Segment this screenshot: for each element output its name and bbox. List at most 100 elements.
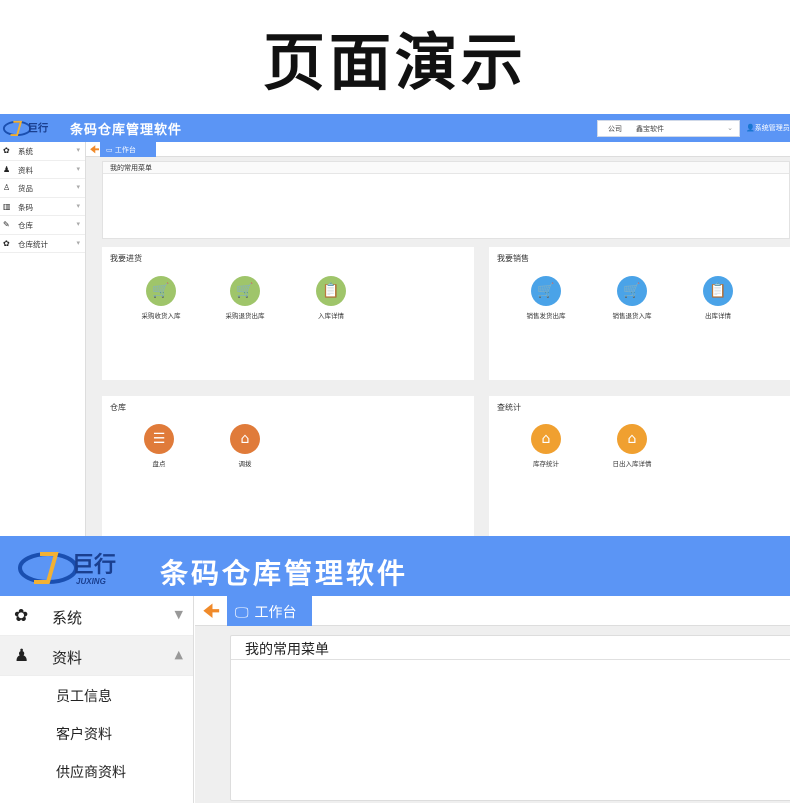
back-arrow-icon[interactable]: 🠈	[203, 599, 220, 629]
stocktake-button[interactable]: ☰ 盘点	[119, 424, 199, 468]
sidebar-subitem-label: 客户资料	[56, 727, 112, 743]
item-label: 采购收货入库	[141, 312, 181, 320]
chevron-down-icon: ▾	[76, 238, 80, 247]
sidebar-subitem-label: 员工信息	[56, 689, 112, 705]
chevron-down-icon: ▾	[76, 220, 80, 228]
clipboard-icon: 📋	[703, 276, 733, 306]
favorites-panel: 我的常用菜单	[102, 161, 790, 239]
logo-text: 巨行	[72, 552, 116, 577]
sidebar-item-barcode[interactable]: ▥ 条码 ▾	[0, 198, 85, 216]
gear-icon: ✿	[3, 238, 10, 248]
logo-subtext: JUXING	[76, 577, 106, 586]
screenshot-overview: 巨行 条码仓库管理软件 公司 鑫宝软件 ⌄ 👤系统管理员 ✿ 系统 ▾ ♟ 资料 ▾ ♙…	[0, 114, 790, 536]
sidebar-subitem-customers[interactable]: 客户资料	[0, 714, 193, 752]
sidebar-item-label: 货品	[18, 184, 33, 193]
panel-title: 查统计	[497, 403, 521, 412]
user-name: 系统管理员	[754, 124, 790, 132]
tab-bar: 🠈 ▭ 工作台	[86, 142, 790, 157]
transfer-button[interactable]: ⌂ 调拨	[205, 424, 285, 468]
tab-workbench[interactable]: ▭ 工作台	[100, 142, 156, 157]
panel-warehouse: 仓库 ☰ 盘点 ⌂ 调拨	[102, 396, 474, 536]
screenshot-zoomed: 巨行 JUXING 条码仓库管理软件 ✿ 系统 ▼ ♟ 资料 ▲ 员工信息 客户资料 供…	[0, 536, 790, 803]
panel-statistics: 查统计 ⌂ 库存统计 ⌂ 日出入库详情	[489, 396, 790, 536]
barcode-icon: ▥	[3, 201, 11, 211]
cart-out-icon: 🛒	[230, 276, 260, 306]
sidebar-item-label: 系统	[18, 147, 33, 156]
main-area: 🠈 🖵 工作台 我的常用菜单	[195, 596, 790, 803]
monitor-icon: ▭	[106, 146, 115, 154]
sidebar-item-goods[interactable]: ♙ 货品 ▾	[0, 179, 85, 198]
monitor-icon: 🖵	[235, 605, 249, 621]
sales-ship-button[interactable]: 🛒 销售发货出库	[506, 276, 586, 320]
sidebar: ✿ 系统 ▼ ♟ 资料 ▲ 员工信息 客户资料 供应商资料	[0, 596, 194, 803]
item-label: 销售退货入库	[612, 312, 652, 320]
favorites-header: 我的常用菜单	[231, 636, 790, 660]
item-label: 入库详情	[318, 312, 344, 320]
clipboard-icon: 📋	[316, 276, 346, 306]
inventory-search-icon: ☰	[144, 424, 174, 454]
panel-title: 我要销售	[497, 254, 529, 263]
stock-stats-button[interactable]: ⌂ 库存统计	[506, 424, 586, 468]
sidebar-item-data[interactable]: ♟ 资料 ▲	[0, 636, 193, 676]
logo: 巨行	[2, 120, 49, 137]
tab-bar: 🠈 🖵 工作台	[195, 596, 790, 626]
panel-purchase: 我要进货 🛒 采购收货入库 🛒 采购退货出库 📋 入库详情	[102, 247, 474, 380]
app-header: 巨行 条码仓库管理软件 公司 鑫宝软件 ⌄ 👤系统管理员	[0, 114, 790, 142]
sidebar-subitem-suppliers[interactable]: 供应商资料	[0, 752, 193, 790]
chevron-down-icon: ⌄	[727, 124, 733, 132]
logo: 巨行 JUXING	[18, 552, 116, 586]
sidebar-item-data[interactable]: ♟ 资料 ▾	[0, 161, 85, 179]
inbound-detail-button[interactable]: 📋 入库详情	[291, 276, 371, 320]
cart-in-icon: 🛒	[617, 276, 647, 306]
company-label: 公司	[608, 125, 622, 133]
item-label: 采购退货出库	[225, 312, 265, 320]
outbound-detail-button[interactable]: 📋 出库详情	[678, 276, 758, 320]
sidebar-item-warehouse[interactable]: ✎ 仓库 ▾	[0, 216, 85, 235]
house-icon: ⌂	[617, 424, 647, 454]
chevron-down-icon: ▾	[76, 183, 80, 191]
panel-title: 仓库	[110, 403, 126, 412]
item-label: 日出入库详情	[612, 460, 652, 468]
sidebar: ✿ 系统 ▾ ♟ 资料 ▾ ♙ 货品 ▾ ▥ 条码 ▾ ✎ 仓库 ▾ ✿ 仓库统计 ▾	[0, 142, 86, 536]
app-header: 巨行 JUXING 条码仓库管理软件	[0, 536, 790, 596]
sidebar-item-label: 资料	[18, 165, 33, 175]
sidebar-item-label: 仓库	[18, 221, 33, 230]
chevron-down-icon: ▼	[174, 608, 183, 621]
favorites-header: 我的常用菜单	[103, 162, 789, 174]
tab-label: 工作台	[254, 605, 297, 621]
cart-out-icon: 🛒	[531, 276, 561, 306]
sidebar-item-system[interactable]: ✿ 系统 ▼	[0, 596, 193, 636]
item-label: 库存统计	[533, 460, 559, 468]
chevron-up-icon: ▲	[174, 648, 183, 661]
user-menu[interactable]: 👤系统管理员	[746, 123, 790, 133]
purchase-receive-button[interactable]: 🛒 采购收货入库	[121, 276, 201, 320]
daily-io-detail-button[interactable]: ⌂ 日出入库详情	[592, 424, 672, 468]
sales-return-button[interactable]: 🛒 销售退货入库	[592, 276, 672, 320]
panel-title: 我要进货	[110, 254, 142, 263]
chevron-down-icon: ▾	[76, 201, 80, 210]
sidebar-item-system[interactable]: ✿ 系统 ▾	[0, 142, 85, 161]
sidebar-item-label: 系统	[52, 609, 83, 627]
cart-in-icon: 🛒	[146, 276, 176, 306]
user-add-icon: ♟	[3, 164, 11, 174]
house-icon: ⌂	[531, 424, 561, 454]
app-title: 条码仓库管理软件	[70, 123, 183, 138]
user-add-icon: ♟	[14, 646, 30, 666]
tab-label: 工作台	[114, 146, 136, 154]
purchase-return-button[interactable]: 🛒 采购退货出库	[205, 276, 285, 320]
sidebar-item-warehouse-stats[interactable]: ✿ 仓库统计 ▾	[0, 235, 85, 253]
company-select[interactable]: 公司 鑫宝软件 ⌄	[597, 120, 740, 137]
user-icon: 👤	[746, 124, 755, 132]
sidebar-subitem-employees[interactable]: 员工信息	[0, 676, 193, 714]
back-arrow-icon[interactable]: 🠈	[90, 143, 99, 160]
user-icon: ♙	[3, 183, 11, 192]
item-label: 出库详情	[705, 312, 731, 320]
gear-icon: ✿	[14, 606, 29, 626]
chevron-down-icon: ▾	[76, 146, 80, 154]
favorites-panel: 我的常用菜单	[230, 635, 790, 801]
sidebar-item-label: 条码	[18, 202, 33, 212]
app-title: 条码仓库管理软件	[160, 557, 409, 590]
sidebar-item-label: 资料	[52, 649, 83, 667]
tab-workbench[interactable]: 🖵 工作台	[227, 596, 312, 626]
sidebar-subitem-label: 供应商资料	[56, 765, 126, 781]
